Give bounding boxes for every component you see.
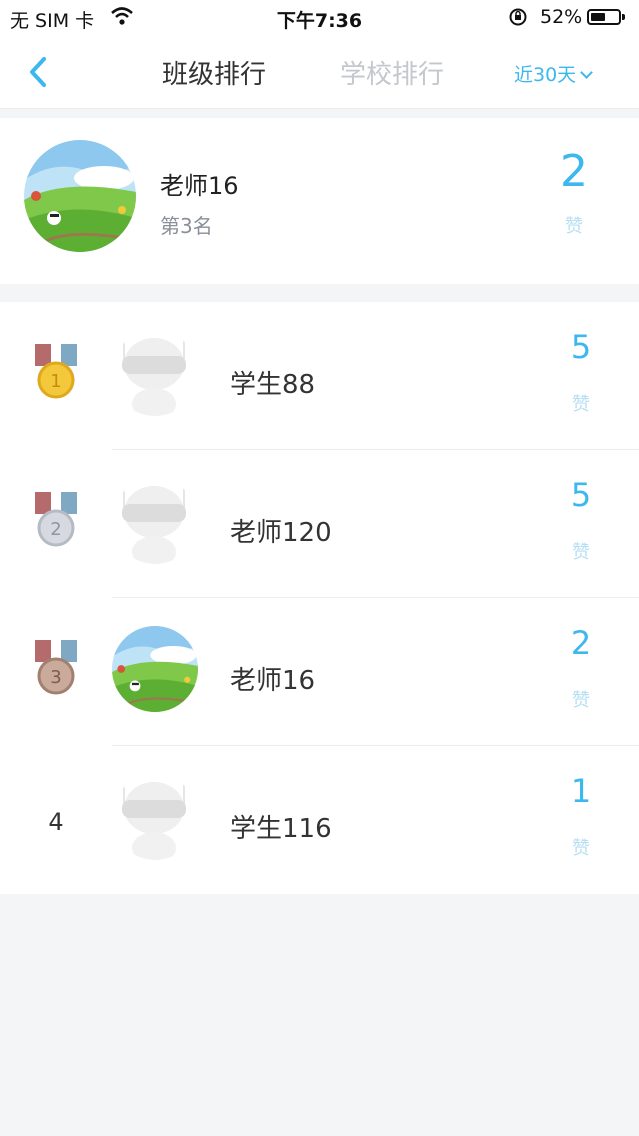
like-unit: 赞 bbox=[572, 838, 590, 859]
like-unit: 赞 bbox=[572, 394, 590, 415]
status-bar: 无 SIM 卡 下午7:36 52% bbox=[0, 0, 639, 36]
my-like-count: 2 bbox=[560, 146, 588, 197]
like-unit: 赞 bbox=[572, 690, 590, 711]
user-name: 老师16 bbox=[230, 666, 316, 696]
bronze-medal-icon: 3 bbox=[33, 640, 79, 698]
user-name: 老师120 bbox=[230, 518, 332, 548]
date-range-label: 近30天 bbox=[514, 64, 577, 86]
like-count: 1 bbox=[570, 772, 592, 810]
default-robot-avatar bbox=[112, 774, 198, 860]
svg-text:2: 2 bbox=[50, 519, 61, 540]
back-chevron-icon[interactable] bbox=[24, 54, 56, 90]
default-robot-avatar bbox=[112, 330, 198, 416]
list-item[interactable]: 4 学生116 1 赞 bbox=[0, 746, 639, 894]
landscape-avatar bbox=[24, 140, 136, 252]
my-ranking-card: 老师16 第3名 2 赞 bbox=[0, 118, 639, 284]
tab-class-ranking[interactable]: 班级排行 bbox=[162, 54, 266, 91]
gold-medal-icon: 1 bbox=[33, 344, 79, 402]
user-name: 学生116 bbox=[230, 814, 332, 844]
svg-text:1: 1 bbox=[50, 371, 61, 392]
list-item[interactable]: 3 老师16 2 赞 bbox=[0, 598, 639, 746]
my-rank: 第3名 bbox=[160, 214, 213, 238]
list-item[interactable]: 1 学生88 5 赞 bbox=[0, 302, 639, 450]
tab-school-ranking[interactable]: 学校排行 bbox=[340, 54, 444, 91]
like-count: 2 bbox=[570, 624, 592, 662]
ranking-list: 1 学生88 5 赞 2 老师120 5 赞 3 老师16 2 赞 4 学生11… bbox=[0, 302, 639, 894]
silver-medal-icon: 2 bbox=[33, 492, 79, 550]
battery-icon bbox=[587, 9, 625, 25]
like-count: 5 bbox=[570, 328, 592, 366]
landscape-avatar bbox=[112, 626, 198, 712]
like-unit: 赞 bbox=[572, 542, 590, 563]
rank-number: 4 bbox=[48, 808, 64, 836]
default-robot-avatar bbox=[112, 478, 198, 564]
orientation-lock-icon bbox=[508, 7, 528, 32]
battery-percent: 52% bbox=[540, 6, 583, 28]
chevron-down-icon bbox=[580, 66, 594, 79]
my-name: 老师16 bbox=[160, 172, 239, 200]
date-range-selector[interactable]: 近30天 bbox=[514, 60, 594, 87]
my-like-unit: 赞 bbox=[565, 216, 583, 237]
nav-bar: 班级排行 学校排行 近30天 bbox=[0, 36, 639, 109]
user-name: 学生88 bbox=[230, 370, 316, 400]
like-count: 5 bbox=[570, 476, 592, 514]
list-item[interactable]: 2 老师120 5 赞 bbox=[0, 450, 639, 598]
svg-text:3: 3 bbox=[50, 667, 61, 688]
